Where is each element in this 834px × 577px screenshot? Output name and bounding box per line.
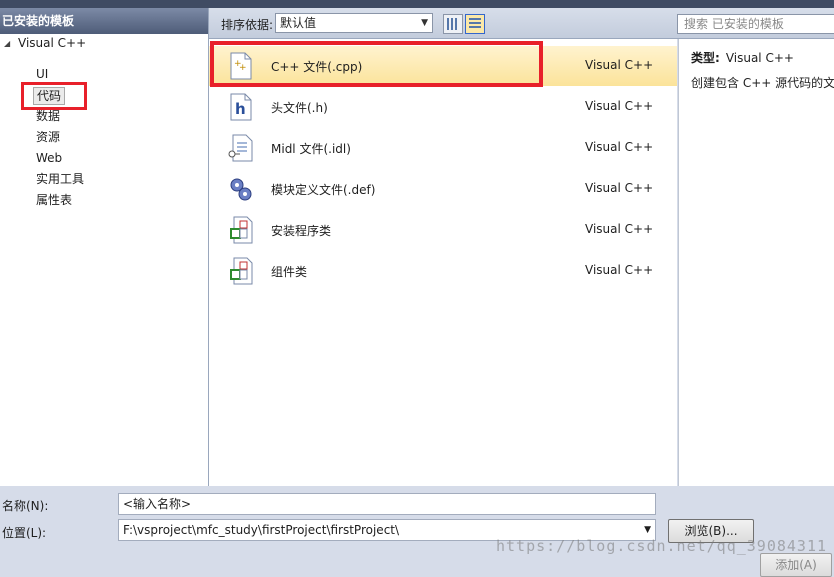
location-label: 位置(L): — [2, 526, 47, 540]
installed-templates-header: 已安装的模板 — [0, 8, 208, 34]
tree-item-web[interactable]: Web — [36, 148, 62, 168]
template-name: 组件类 — [271, 265, 308, 279]
type-label: 类型: — [691, 51, 720, 65]
name-input[interactable]: <输入名称> — [118, 493, 656, 515]
template-description-panel: 类型: Visual C++ 创建包含 C++ 源代码的文 — [678, 39, 834, 486]
tree-item-resources[interactable]: 资源 — [36, 127, 60, 147]
sort-by-select[interactable]: 默认值 ▼ — [275, 13, 433, 33]
template-name: 安装程序类 — [271, 224, 332, 238]
template-name: Midl 文件(.idl) — [271, 142, 351, 156]
template-tree-panel: 已安装的模板 — [0, 8, 209, 486]
template-row-component[interactable]: 组件类 Visual C++ — [209, 251, 677, 291]
small-icons-view-button[interactable] — [443, 14, 463, 34]
search-installed-templates-input[interactable]: 搜索 已安装的模板 — [677, 14, 834, 34]
template-row-midl[interactable]: Midl 文件(.idl) Visual C++ — [209, 128, 677, 168]
tree-item-ui[interactable]: UI — [36, 64, 48, 84]
template-language: Visual C++ — [585, 181, 654, 195]
component-class-icon — [228, 257, 254, 285]
red-highlight-box — [21, 82, 87, 110]
tree-node-visual-cpp[interactable]: ◢ Visual C++ — [4, 36, 86, 50]
header-file-icon: h — [228, 93, 254, 121]
template-row-header[interactable]: h 头文件(.h) Visual C++ — [209, 87, 677, 127]
red-highlight-box — [210, 41, 543, 87]
sort-by-value: 默认值 — [280, 16, 317, 30]
tree-item-utilities[interactable]: 实用工具 — [36, 169, 84, 189]
svg-text:h: h — [235, 100, 246, 118]
grid-view-icon — [447, 18, 459, 30]
template-name: 头文件(.h) — [271, 101, 328, 115]
collapse-triangle-icon[interactable]: ◢ — [4, 39, 14, 48]
template-name: 模块定义文件(.def) — [271, 183, 376, 197]
template-row-installer[interactable]: 安装程序类 Visual C++ — [209, 210, 677, 250]
template-row-def[interactable]: 模块定义文件(.def) Visual C++ — [209, 169, 677, 209]
template-language: Visual C++ — [585, 263, 654, 277]
dropdown-arrow-icon: ▼ — [421, 18, 428, 28]
add-button[interactable]: 添加(A) — [760, 553, 832, 577]
sort-by-label: 排序依据: — [221, 18, 274, 32]
template-language: Visual C++ — [585, 140, 654, 154]
template-language: Visual C++ — [585, 99, 654, 113]
tree-node-label: Visual C++ — [18, 36, 87, 50]
location-value: F:\vsproject\mfc_study\firstProject\firs… — [123, 523, 400, 537]
template-language: Visual C++ — [585, 58, 654, 72]
type-value: Visual C++ — [725, 51, 794, 65]
window-top-strip — [0, 0, 834, 8]
tree-item-property-sheets[interactable]: 属性表 — [36, 190, 72, 210]
template-description-text: 创建包含 C++ 源代码的文 — [691, 76, 834, 90]
template-language: Visual C++ — [585, 222, 654, 236]
template-list: + + C++ 文件(.cpp) Visual C++ h 头文件(.h) Vis… — [209, 39, 677, 486]
midl-file-icon — [228, 134, 254, 162]
template-type: 类型: Visual C++ — [691, 49, 794, 66]
name-label: 名称(N): — [2, 499, 49, 513]
module-def-icon — [228, 175, 254, 203]
details-view-button[interactable] — [465, 14, 485, 34]
list-view-icon — [469, 18, 481, 30]
installer-class-icon — [228, 216, 254, 244]
template-toolbar: 排序依据: 默认值 ▼ 搜索 已安装的模板 — [209, 8, 834, 39]
watermark-text: https://blog.csdn.net/qq_39084311 — [496, 537, 828, 555]
